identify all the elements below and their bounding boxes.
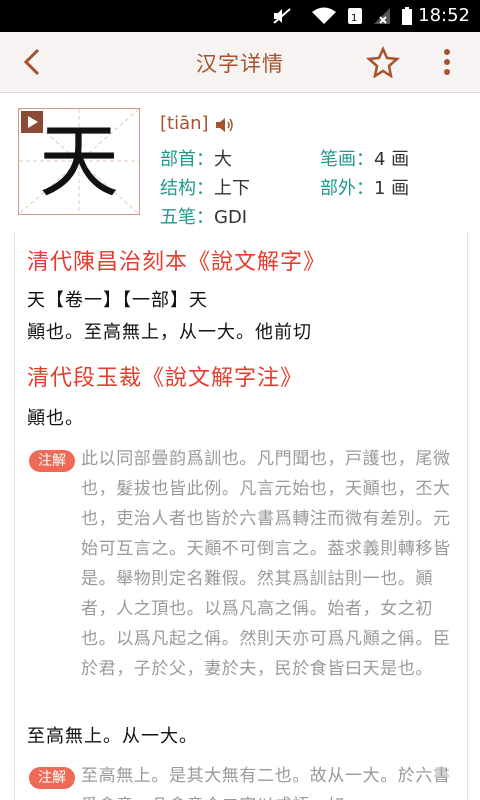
- outside-row: 部外：1 画: [320, 174, 409, 200]
- app-bar: 汉字详情: [0, 32, 480, 93]
- radical-row: 部首：大: [160, 145, 232, 171]
- mute-icon: [273, 8, 291, 24]
- structure-label: 结构：: [160, 178, 214, 199]
- more-vertical-icon[interactable]: [436, 46, 458, 78]
- page-title: 汉字详情: [196, 52, 284, 76]
- annotation-badge: 注解: [29, 767, 75, 789]
- wubi-value: GDI: [214, 207, 248, 228]
- text-line: 顚也。至高無上，从一大。他前切: [27, 322, 312, 343]
- structure-value: 上下: [214, 178, 250, 199]
- character-header: 天 [tiān] 部首：大 笔画：4 画 结构：上下 部外：1 画 五笔：GDI: [0, 93, 480, 230]
- section-heading: 清代段玉裁《說文解字注》: [27, 366, 304, 391]
- wifi-icon: [312, 7, 336, 24]
- strokes-value: 4 画: [374, 149, 410, 170]
- character-glyph: 天: [39, 115, 119, 208]
- strokes-label: 笔画：: [320, 149, 374, 170]
- status-bar: 1 18:52: [0, 0, 480, 32]
- radical-value: 大: [214, 149, 232, 170]
- wubi-label: 五笔：: [160, 207, 214, 228]
- battery-icon: [402, 7, 412, 25]
- radical-label: 部首：: [160, 149, 214, 170]
- annotation-text: 此以同部曡韵爲訓也。凡門聞也，戸護也，尾微也，髮拔也皆此例。凡言元始也，天顚也，…: [81, 449, 451, 679]
- wubi-row: 五笔：GDI: [160, 203, 247, 229]
- annotation-badge: 注解: [29, 450, 75, 472]
- structure-row: 结构：上下: [160, 174, 250, 200]
- character-box: 天: [18, 108, 140, 215]
- clock: 18:52: [418, 5, 470, 26]
- section-heading: 清代陳昌治刻本《說文解字》: [27, 250, 327, 275]
- text-line: 天【卷一】【一部】天: [27, 290, 208, 311]
- outside-value: 1 画: [374, 178, 410, 199]
- definition-content[interactable]: 清代陳昌治刻本《說文解字》 天【卷一】【一部】天 顚也。至高無上，从一大。他前切…: [14, 232, 468, 800]
- text-line: 顚也。: [27, 408, 84, 429]
- no-signal-icon: [374, 8, 390, 24]
- svg-text:1: 1: [351, 13, 357, 24]
- speaker-icon[interactable]: [214, 115, 236, 135]
- outside-label: 部外：: [320, 178, 374, 199]
- text-line: 至高無上。从一大。: [27, 726, 198, 747]
- annotation-text: 至高無上。是其大無有二也。故从一大。於六書爲會意。凡會意合二字以成語，如: [81, 766, 451, 800]
- star-icon[interactable]: [366, 46, 400, 78]
- strokes-row: 笔画：4 画: [320, 145, 409, 171]
- sim-icon: 1: [348, 8, 362, 24]
- pinyin: [tiān]: [160, 113, 209, 134]
